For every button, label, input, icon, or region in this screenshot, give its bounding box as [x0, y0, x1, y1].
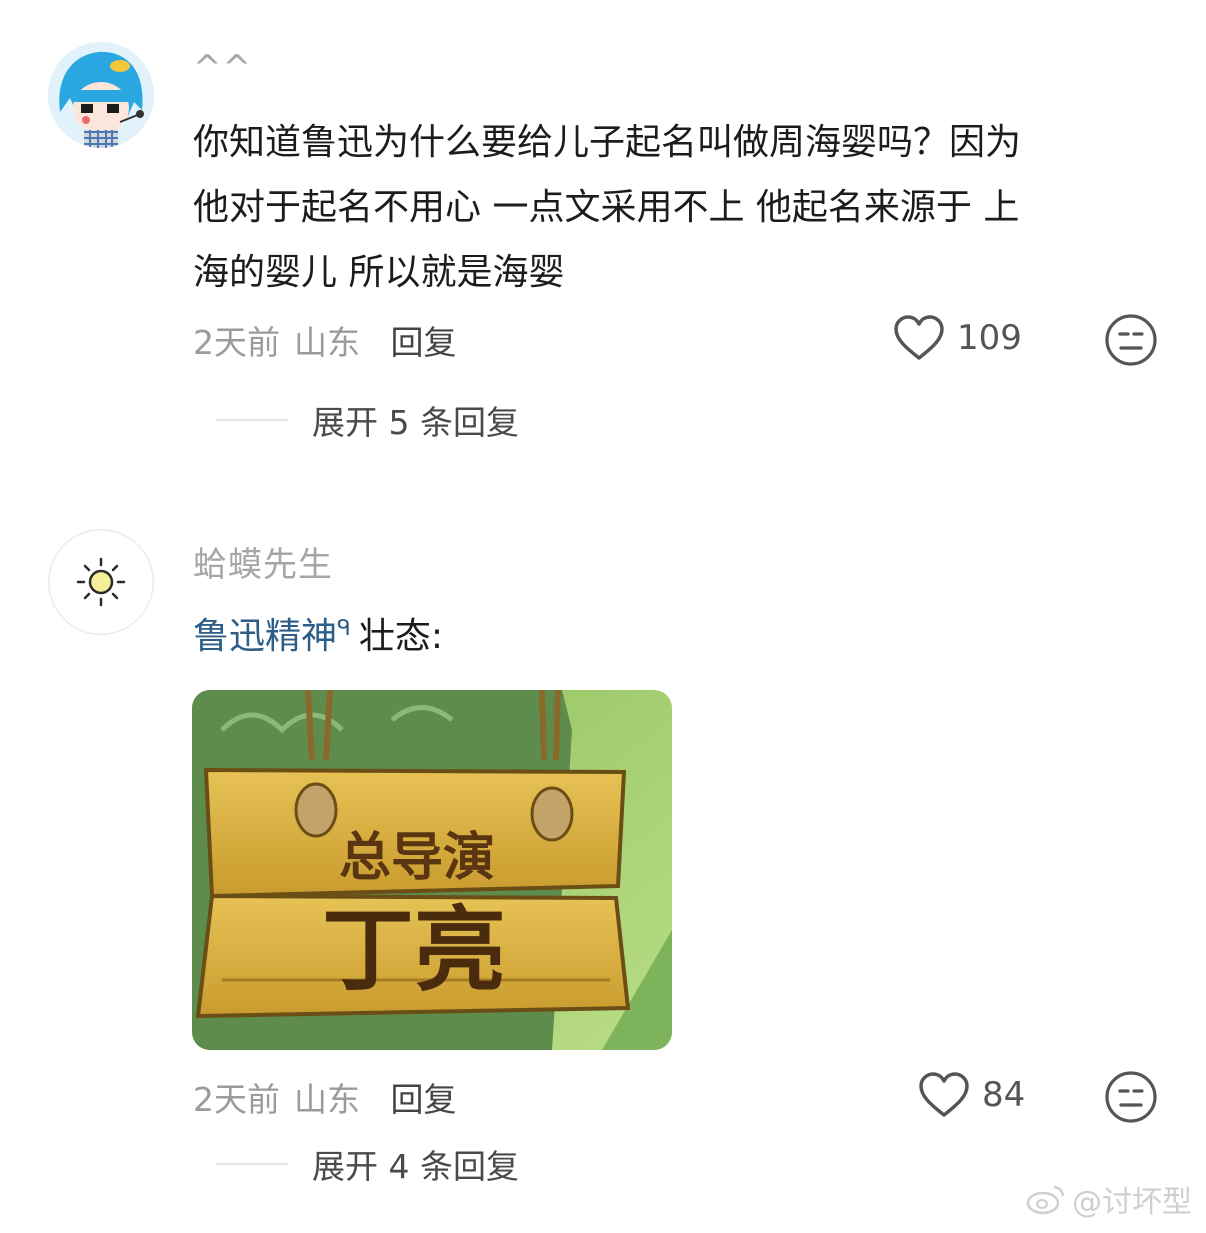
timestamp: 2天前 [193, 323, 280, 362]
dislike-button[interactable] [1104, 1070, 1158, 1124]
sign-title: 总导演 [339, 828, 495, 888]
dislike-button[interactable] [1104, 313, 1158, 367]
username[interactable]: ^^ [193, 48, 252, 88]
sun-icon [76, 557, 126, 607]
watermark: @讨坏型 [1026, 1177, 1192, 1221]
avatar[interactable] [48, 529, 154, 635]
watermark-text: @讨坏型 [1072, 1185, 1192, 1220]
comment-text: 鲁迅精神ᑫ 壮态: [193, 596, 443, 669]
comment-text-line: 你知道鲁迅为什么要给儿子起名叫做周海婴吗？因为 [193, 122, 1022, 163]
heart-outline-icon [894, 315, 944, 360]
like-button[interactable]: 109 [893, 314, 1022, 362]
comment-text-line: 他对于起名不用心 一点文采用不上 他起名来源于 上 [193, 187, 1020, 228]
expand-replies-label[interactable]: 展开 5 条回复 [312, 396, 519, 444]
comment-text-line: 海的婴儿 所以就是海婴 [193, 252, 565, 293]
reply-button[interactable]: 回复 [391, 323, 457, 362]
expand-replies[interactable]: 展开 4 条回复 [216, 1140, 519, 1188]
search-icon[interactable]: ᑫ [337, 616, 351, 641]
weibo-logo-icon [1026, 1185, 1065, 1215]
divider [216, 419, 288, 421]
timestamp: 2天前 [193, 1080, 280, 1119]
expand-replies-label[interactable]: 展开 4 条回复 [312, 1140, 519, 1188]
meh-face-icon [1105, 314, 1157, 366]
expand-replies[interactable]: 展开 5 条回复 [216, 396, 519, 444]
like-count: 84 [982, 1075, 1026, 1115]
reply-button[interactable]: 回复 [391, 1080, 457, 1119]
sign-name: 丁亮 [322, 897, 506, 1004]
meh-face-icon [1105, 1071, 1157, 1123]
comment-meta: 2天前 山东 回复 [193, 316, 457, 364]
heart-outline-icon [919, 1072, 969, 1117]
divider [216, 1163, 288, 1165]
comment-image[interactable]: 总导演 丁亮 [192, 690, 672, 1050]
avatar[interactable] [48, 42, 154, 148]
anime-avatar-icon [48, 42, 154, 148]
location: 山东 [294, 323, 360, 362]
location: 山东 [294, 1080, 360, 1119]
like-count: 109 [957, 318, 1022, 358]
comment-text: 你知道鲁迅为什么要给儿子起名叫做周海婴吗？因为 他对于起名不用心 一点文采用不上… [193, 110, 1021, 305]
comment-text-tail: 壮态: [358, 616, 443, 657]
director-sign-image: 总导演 丁亮 [192, 690, 672, 1050]
like-button[interactable]: 84 [918, 1071, 1025, 1119]
username[interactable]: 蛤蟆先生 [193, 537, 333, 586]
search-link[interactable]: 鲁迅精神 [193, 616, 337, 657]
comment-meta: 2天前 山东 回复 [193, 1073, 457, 1121]
